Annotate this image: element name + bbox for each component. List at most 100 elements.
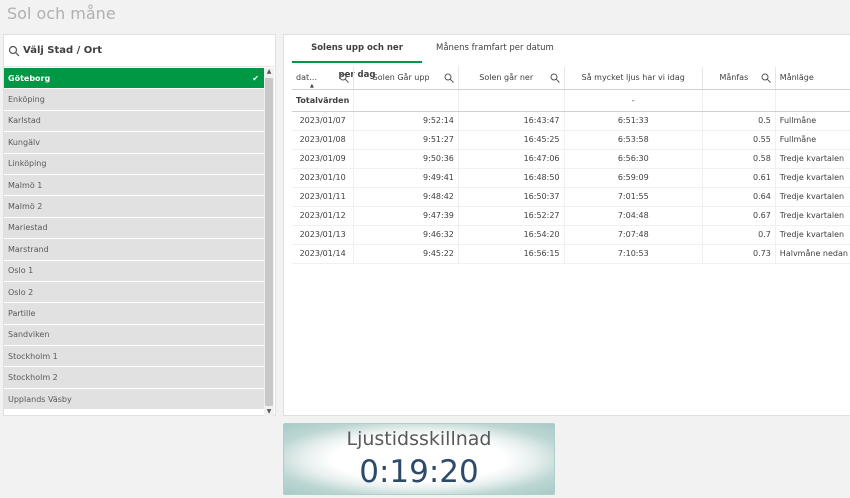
table-cell (458, 89, 565, 112)
column-label: Månläge (779, 73, 814, 83)
totals-value: - (564, 89, 703, 112)
filter-item[interactable]: Göteborg ✔ (4, 68, 265, 90)
column-header-moonposition[interactable]: Månläge (775, 67, 850, 90)
table-cell: 16:52:27 (458, 206, 565, 226)
filter-item[interactable]: Upplands Väsby (4, 388, 265, 411)
filter-item[interactable]: Oslo 2 (4, 281, 265, 304)
filter-list: Göteborg ✔ Enköping Karlstad Kungälv Linköpin… (4, 68, 265, 416)
table-row[interactable]: 2023/01/07 9:52:14 16:43:47 6:51:33 0.5 Fullm… (292, 111, 850, 131)
filter-scrollbar[interactable]: ▲ ▼ (264, 68, 274, 416)
column-header-sunrise[interactable]: Solen Går upp (353, 67, 459, 90)
filter-item-label: Malmö 1 (8, 180, 43, 190)
table-cell: 9:52:14 (353, 111, 459, 131)
filter-item-label: Oslo 1 (8, 266, 34, 276)
table-cell: 7:07:48 (564, 225, 703, 245)
table-row[interactable]: 2023/01/12 9:47:39 16:52:27 7:04:48 0.67 Tred… (292, 206, 850, 226)
table-cell: 6:56:30 (564, 149, 703, 169)
column-header-date[interactable]: dat… ▲ (292, 67, 355, 90)
filter-item-label: Partille (8, 308, 36, 318)
table-row[interactable]: 2023/01/10 9:49:41 16:48:50 6:59:09 0.61 Tred… (292, 168, 850, 188)
table-row[interactable]: 2023/01/11 9:48:42 16:50:37 7:01:55 0.64 Tred… (292, 187, 850, 207)
table-cell: 7:01:55 (564, 187, 703, 207)
table-cell: Fullmåne (775, 130, 850, 150)
column-header-sunset[interactable]: Solen går ner (458, 67, 565, 90)
table-cell: 2023/01/14 (292, 244, 355, 264)
column-label: dat… (296, 73, 318, 83)
column-label: Månfas (719, 73, 749, 83)
table-cell: 0.5 (702, 111, 776, 131)
filter-item[interactable]: Stockholm 1 (4, 346, 265, 368)
table-cell: 9:49:41 (353, 168, 459, 188)
filter-item-label: Linköping (8, 159, 47, 169)
table-cell: Tredje kvartalen (775, 225, 850, 245)
column-header-moonphase[interactable]: Månfas (702, 67, 776, 90)
totals-row: Totalvärden - (292, 89, 850, 112)
table-cell: 16:56:15 (458, 244, 565, 264)
table-cell: 0.64 (702, 187, 776, 207)
filter-item-label: Kungälv (8, 137, 40, 147)
filter-item-label: Sandviken (8, 330, 50, 340)
table-row[interactable]: 2023/01/09 9:50:36 16:47:06 6:56:30 0.58 Tred… (292, 149, 850, 169)
filter-item-label: Mariestad (8, 223, 48, 233)
app-title: Sol och måne (7, 4, 116, 23)
table-cell: 0.73 (702, 244, 776, 264)
filter-item[interactable]: Sandviken (4, 324, 265, 347)
table-cell: 16:45:25 (458, 130, 565, 150)
table-cell: 16:47:06 (458, 149, 565, 169)
filter-item[interactable]: Partille (4, 303, 265, 325)
table-cell: 0.7 (702, 225, 776, 245)
table-cell: 2023/01/09 (292, 149, 355, 169)
table-cell: Tredje kvartalen (775, 206, 850, 226)
tab-moon[interactable]: Månens framfart per datum (426, 35, 564, 63)
filter-item[interactable]: Enköping (4, 89, 265, 111)
search-icon[interactable] (550, 73, 560, 83)
table-cell: 16:43:47 (458, 111, 565, 131)
table-panel: Solens upp och ner per dag Månens framfa… (283, 34, 850, 416)
sort-ascending-icon: ▲ (310, 82, 314, 89)
column-label: Solen Går upp (372, 73, 430, 83)
table-row[interactable]: 2023/01/13 9:46:32 16:54:20 7:07:48 0.7 Tredj… (292, 225, 850, 245)
table-cell: 2023/01/08 (292, 130, 355, 150)
filter-header[interactable]: Välj Stad / Ort (4, 35, 275, 67)
filter-item-label: Upplands Väsby (8, 394, 72, 404)
filter-item[interactable]: Oslo 1 (4, 260, 265, 282)
table-cell: 0.61 (702, 168, 776, 188)
table-cell: 2023/01/12 (292, 206, 355, 226)
scroll-thumb[interactable] (265, 78, 273, 406)
filter-item[interactable]: Linköping (4, 153, 265, 175)
table-row[interactable]: 2023/01/08 9:51:27 16:45:25 6:53:58 0.55 Full… (292, 130, 850, 150)
table-cell: Fullmåne (775, 111, 850, 131)
table-cell: 16:54:20 (458, 225, 565, 245)
filter-item[interactable]: Stockholm 2 (4, 367, 265, 389)
scroll-up-icon[interactable]: ▲ (265, 68, 273, 76)
table-row[interactable]: 2023/01/14 9:45:22 16:56:15 7:10:53 0.73 Halv… (292, 244, 850, 264)
search-icon[interactable] (444, 73, 454, 83)
tab-sun[interactable]: Solens upp och ner per dag (292, 35, 422, 80)
filter-item[interactable]: Malmö 1 (4, 174, 265, 197)
filter-item[interactable]: Malmö 2 (4, 196, 265, 218)
sun-moon-table: dat… ▲ Solen Går upp Solen går ner Så my… (292, 67, 850, 264)
filter-item-label: Göteborg (8, 73, 51, 83)
filter-item-label: Stockholm 1 (8, 351, 58, 361)
table-cell: 16:48:50 (458, 168, 565, 188)
search-icon[interactable] (339, 73, 350, 83)
table-cell: 2023/01/07 (292, 111, 355, 131)
table-cell: 7:10:53 (564, 244, 703, 264)
column-header-daylight[interactable]: Så mycket ljus har vi idag (564, 67, 703, 90)
filter-item-label: Oslo 2 (8, 287, 34, 297)
filter-item-label: Enköping (8, 95, 45, 105)
filter-item[interactable]: Karlstad (4, 110, 265, 133)
filter-item[interactable]: Marstrand (4, 239, 265, 261)
table-cell: 6:53:58 (564, 130, 703, 150)
table-cell: 6:51:33 (564, 111, 703, 131)
table-cell: Tredje kvartalen (775, 168, 850, 188)
filter-item[interactable]: Kungälv (4, 132, 265, 154)
column-label: Så mycket ljus har vi idag (581, 73, 685, 83)
filter-item[interactable]: Mariestad (4, 217, 265, 240)
filter-item-label: Karlstad (8, 116, 41, 126)
table-cell: 2023/01/13 (292, 225, 355, 245)
search-icon[interactable] (761, 73, 771, 83)
scroll-down-icon[interactable]: ▼ (265, 408, 273, 416)
table-cell: 6:59:09 (564, 168, 703, 188)
column-label: Solen går ner (479, 73, 534, 83)
